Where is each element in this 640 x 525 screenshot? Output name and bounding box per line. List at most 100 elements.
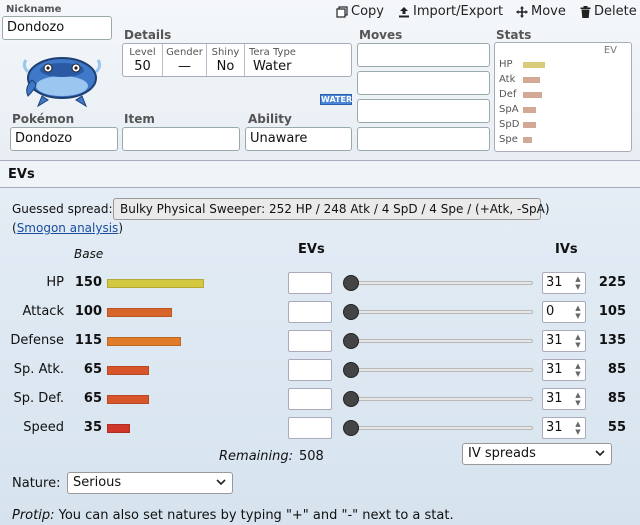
import-export-button[interactable]: Import/Export: [398, 4, 503, 19]
ev-slider-thumb[interactable]: [343, 304, 359, 320]
move-2-input[interactable]: [357, 71, 490, 95]
details-label: Details: [124, 28, 172, 42]
evs-header: EVs: [298, 242, 325, 257]
nature-select[interactable]: Serious: [67, 472, 233, 494]
ev-slider-thumb[interactable]: [343, 420, 359, 436]
nickname-label: Nickname: [6, 4, 62, 15]
iv-spreads-label: IV spreads: [468, 446, 536, 461]
tera-label: Tera Type: [249, 47, 296, 58]
stat-row-label: Sp. Atk.: [13, 362, 64, 377]
stat-row-total: 135: [598, 333, 626, 348]
trash-icon: [580, 5, 591, 18]
moves-label: Moves: [359, 28, 403, 42]
iv-input[interactable]: 31 ▲ ▼: [542, 272, 586, 294]
evs-header-bar: EVs: [0, 160, 640, 188]
move-button[interactable]: Move: [516, 4, 566, 19]
item-input[interactable]: [122, 127, 240, 151]
guessed-spread-label: Guessed spread:: [12, 202, 113, 216]
smogon-analysis-link[interactable]: Smogon analysis: [17, 221, 119, 235]
ability-input[interactable]: Unaware: [245, 127, 352, 151]
remaining-label: Remaining:: [219, 449, 293, 464]
nature-label: Nature:: [12, 476, 61, 491]
gender-label: Gender: [166, 47, 203, 58]
iv-stepper-icon[interactable]: ▲ ▼: [573, 362, 583, 378]
iv-stepper-icon[interactable]: ▲ ▼: [573, 420, 583, 436]
shiny-value: No: [216, 59, 235, 74]
ev-slider-track[interactable]: [344, 281, 533, 285]
iv-spreads-select[interactable]: IV spreads: [462, 443, 612, 465]
iv-stepper-icon[interactable]: ▲ ▼: [573, 304, 583, 320]
stat-row-base-bar: [107, 395, 149, 404]
mini-stat-label: Atk: [499, 74, 516, 85]
mini-stat-row: Atk: [499, 74, 540, 88]
nickname-input[interactable]: Dondozo: [2, 16, 112, 40]
stat-row-label: Speed: [23, 420, 64, 435]
mini-stat-label: Def: [499, 89, 517, 100]
stat-row-base-bar: [107, 279, 204, 288]
move-label: Move: [531, 4, 566, 19]
gender-value: —: [178, 59, 191, 74]
ev-slider-track[interactable]: [344, 339, 533, 343]
shiny-label: Shiny: [211, 47, 240, 58]
level-value: 50: [134, 59, 151, 74]
copy-icon: [336, 5, 348, 18]
copy-button[interactable]: Copy: [336, 4, 384, 19]
iv-stepper-icon[interactable]: ▲ ▼: [573, 333, 583, 349]
ev-input[interactable]: [288, 330, 332, 352]
mini-stat-label: HP: [499, 59, 513, 70]
stat-row-base: 115: [74, 333, 102, 348]
ev-input[interactable]: [288, 272, 332, 294]
stat-row-base: 150: [74, 275, 102, 290]
mini-stat-bar: [523, 92, 542, 98]
stat-row-base: 65: [83, 391, 102, 406]
tera-cell: Tera Type Water: [245, 44, 351, 76]
ev-slider-thumb[interactable]: [343, 275, 359, 291]
ev-input[interactable]: [288, 388, 332, 410]
mini-stat-row: SpD: [499, 119, 536, 133]
nature-value: Serious: [73, 475, 122, 490]
dondozo-sprite-icon: [18, 44, 104, 110]
iv-input[interactable]: 31 ▲ ▼: [542, 417, 586, 439]
ev-slider-track[interactable]: [344, 310, 533, 314]
pokemon-label: Pokémon: [12, 112, 75, 126]
ev-slider-thumb[interactable]: [343, 362, 359, 378]
chevron-down-icon: [216, 479, 226, 486]
evs-title: EVs: [8, 167, 35, 182]
stats-label: Stats: [496, 28, 532, 42]
ev-slider-track[interactable]: [344, 426, 533, 430]
stat-row-base: 100: [74, 304, 102, 319]
stats-box[interactable]: EV HP Atk Def SpA SpD Spe: [494, 42, 632, 152]
delete-label: Delete: [594, 4, 637, 19]
move-3-input[interactable]: [357, 99, 490, 123]
level-cell: Level 50: [123, 44, 163, 76]
ev-input[interactable]: [288, 359, 332, 381]
iv-stepper-icon[interactable]: ▲ ▼: [573, 391, 583, 407]
ev-slider-track[interactable]: [344, 397, 533, 401]
stat-row-label: Defense: [10, 333, 64, 348]
stat-row-total: 225: [598, 275, 626, 290]
delete-button[interactable]: Delete: [580, 4, 637, 19]
ev-slider-track[interactable]: [344, 368, 533, 372]
ev-slider-thumb[interactable]: [343, 333, 359, 349]
iv-input[interactable]: 31 ▲ ▼: [542, 359, 586, 381]
mini-stat-label: Spe: [499, 134, 518, 145]
pokemon-input[interactable]: Dondozo: [10, 127, 118, 151]
remaining-value: 508: [299, 449, 324, 464]
import-export-label: Import/Export: [413, 4, 504, 19]
iv-input[interactable]: 31 ▲ ▼: [542, 388, 586, 410]
details-box[interactable]: Level 50 Gender — Shiny No Tera Type Wat…: [122, 43, 352, 77]
stat-row-base: 65: [83, 362, 102, 377]
ev-input[interactable]: [288, 301, 332, 323]
chevron-down-icon: [595, 450, 605, 457]
move-4-input[interactable]: [357, 127, 490, 151]
iv-input[interactable]: 31 ▲ ▼: [542, 330, 586, 352]
ability-label: Ability: [248, 112, 292, 126]
ev-input[interactable]: [288, 417, 332, 439]
protip-line: Protip: You can also set natures by typi…: [12, 508, 454, 523]
move-1-input[interactable]: [357, 43, 490, 67]
iv-input[interactable]: 0 ▲ ▼: [542, 301, 586, 323]
ev-slider-thumb[interactable]: [343, 391, 359, 407]
iv-stepper-icon[interactable]: ▲ ▼: [573, 275, 583, 291]
mini-stat-row: Spe: [499, 134, 532, 148]
guessed-spread-button[interactable]: Bulky Physical Sweeper: 252 HP / 248 Atk…: [113, 198, 550, 220]
